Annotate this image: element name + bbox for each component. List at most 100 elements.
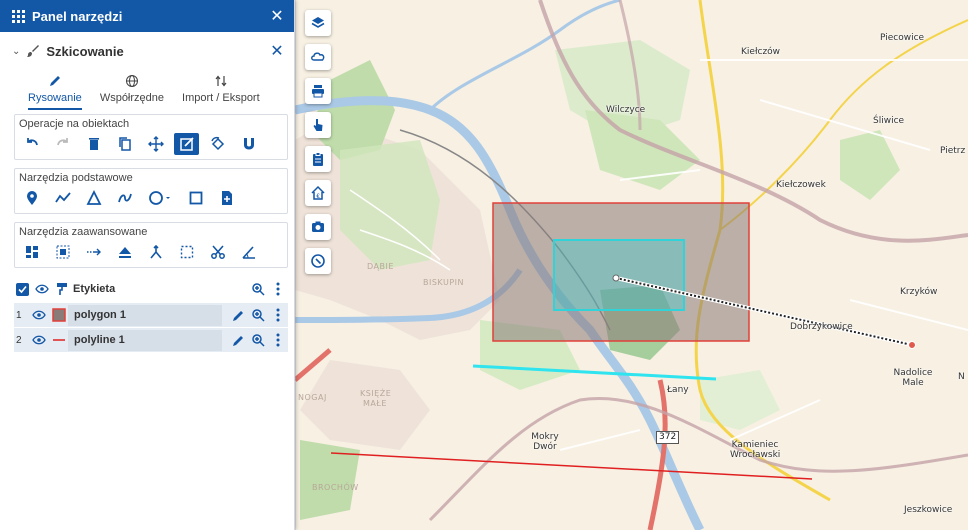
rotate-icon — [210, 136, 224, 151]
more-vertical-icon[interactable] — [268, 333, 288, 347]
map-pin-icon — [26, 191, 37, 205]
pencil-icon[interactable] — [228, 309, 248, 322]
place-label: Śliwice — [873, 116, 905, 126]
copy-button[interactable] — [112, 133, 137, 155]
extrude-tool-button[interactable] — [112, 241, 137, 263]
polygon-symbol-icon[interactable] — [50, 308, 68, 322]
layer-name: polygon 1 — [68, 304, 222, 326]
dashboard-icon — [25, 246, 38, 258]
place-label: N — [958, 372, 965, 382]
sketch-tabs: Rysowanie Współrzędne Import / Eksport — [0, 70, 294, 110]
delete-button[interactable] — [81, 133, 106, 155]
polyline-symbol-icon[interactable] — [50, 333, 68, 347]
grid-tool-button[interactable] — [19, 241, 44, 263]
tab-import-export[interactable]: Import / Eksport — [182, 70, 260, 110]
layers-icon — [311, 17, 325, 28]
circle-tool-dropdown[interactable] — [143, 187, 177, 209]
district-label: KSIĘŻE MAŁE — [360, 389, 392, 408]
layer-number: 2 — [16, 334, 22, 346]
polygon-tool-button[interactable] — [81, 187, 106, 209]
select-area-icon — [180, 245, 193, 259]
zoom-in-icon[interactable] — [248, 308, 268, 322]
close-sketch-icon[interactable]: ✕ — [268, 41, 286, 61]
touch-button[interactable] — [305, 112, 331, 138]
layer-name: polyline 1 — [68, 329, 222, 351]
compass-button[interactable] — [305, 248, 331, 274]
layers-header-row: Etykieta — [14, 276, 288, 302]
cloud-icon — [311, 52, 325, 61]
compass-icon — [311, 254, 325, 268]
redo-button[interactable] — [50, 133, 75, 155]
zoom-in-icon[interactable] — [248, 333, 268, 347]
undo-button[interactable] — [19, 133, 44, 155]
pencil-icon — [48, 72, 62, 90]
select-area-button[interactable] — [174, 241, 199, 263]
more-vertical-icon[interactable] — [268, 308, 288, 322]
triangle-icon — [86, 190, 101, 205]
place-label: Wilczyce — [606, 105, 646, 115]
print-button[interactable] — [305, 78, 331, 104]
select-all-checkbox[interactable] — [16, 282, 29, 296]
move-button[interactable] — [143, 133, 168, 155]
copy-icon — [118, 137, 131, 151]
place-label: Łany — [667, 385, 689, 395]
group-title: Operacje na obiektach — [19, 118, 130, 130]
tab-label: Rysowanie — [28, 92, 82, 104]
group-object-operations: Operacje na obiektach — [14, 114, 288, 160]
layer-row-polyline[interactable]: 2 polyline 1 — [14, 327, 288, 352]
sketch-section-header[interactable]: ⌄ Szkicowanie ✕ — [0, 32, 294, 70]
buffer-tool-button[interactable] — [50, 241, 75, 263]
panel-header: Panel narzędzi ✕ — [0, 0, 294, 32]
tab-coordinates[interactable]: Współrzędne — [100, 70, 164, 110]
road-number-shield: 372 — [656, 431, 680, 444]
freehand-tool-button[interactable] — [112, 187, 137, 209]
rotate-button[interactable] — [205, 133, 230, 155]
eye-icon[interactable] — [28, 310, 50, 320]
group-title: Narzędzia zaawansowane — [19, 226, 148, 238]
redo-icon — [56, 138, 68, 146]
eye-icon[interactable] — [31, 284, 53, 294]
tools-panel: Panel narzędzi ✕ ⌄ Szkicowanie ✕ Rysowan… — [0, 0, 295, 530]
place-label: Pietrz — [940, 146, 966, 156]
sketch-layers-list: Etykieta 1 polygon 1 2 polyline 1 — [14, 276, 288, 352]
district-label: BISKUPIN — [423, 278, 464, 287]
screenshot-button[interactable] — [305, 214, 331, 240]
globe-icon — [125, 72, 139, 90]
place-label: Mokry Dwór — [531, 432, 559, 452]
add-text-button[interactable] — [214, 187, 239, 209]
clipboard-button[interactable] — [305, 146, 331, 172]
tab-label: Współrzędne — [99, 92, 165, 104]
layer-row-polygon[interactable]: 1 polygon 1 — [14, 302, 288, 327]
chevron-down-icon[interactable]: ⌄ — [12, 46, 20, 57]
paint-roller-icon[interactable] — [53, 282, 71, 296]
buffer-icon — [56, 245, 69, 259]
point-tool-button[interactable] — [19, 187, 44, 209]
district-label: BROCHÓW — [312, 483, 359, 492]
label-column-header: Etykieta — [73, 283, 116, 295]
zoom-all-icon[interactable] — [248, 282, 268, 296]
measure-tool-button[interactable] — [81, 241, 106, 263]
cut-tool-button[interactable] — [205, 241, 230, 263]
close-panel-icon[interactable]: ✕ — [268, 6, 286, 26]
tab-drawing[interactable]: Rysowanie — [28, 70, 82, 110]
file-plus-icon — [221, 191, 232, 205]
polyline-tool-button[interactable] — [50, 187, 75, 209]
price-button[interactable]: € — [305, 180, 331, 206]
more-vertical-icon[interactable] — [268, 282, 288, 296]
layers-button[interactable] — [305, 10, 331, 36]
edit-button[interactable] — [174, 133, 199, 155]
paintbrush-icon — [26, 44, 40, 58]
measure-arrow-icon — [86, 248, 101, 256]
merge-tool-button[interactable] — [143, 241, 168, 263]
rectangle-tool-button[interactable] — [183, 187, 208, 209]
snap-button[interactable] — [236, 133, 261, 155]
freehand-icon — [117, 193, 132, 203]
pencil-icon[interactable] — [228, 334, 248, 347]
cloud-button[interactable] — [305, 44, 331, 70]
eye-icon[interactable] — [28, 335, 50, 345]
angle-tool-button[interactable] — [236, 241, 261, 263]
eject-icon — [118, 247, 131, 258]
angle-icon — [241, 246, 255, 259]
place-label: Kiełczowek — [776, 180, 826, 190]
district-label: NOGAJ — [298, 393, 327, 402]
